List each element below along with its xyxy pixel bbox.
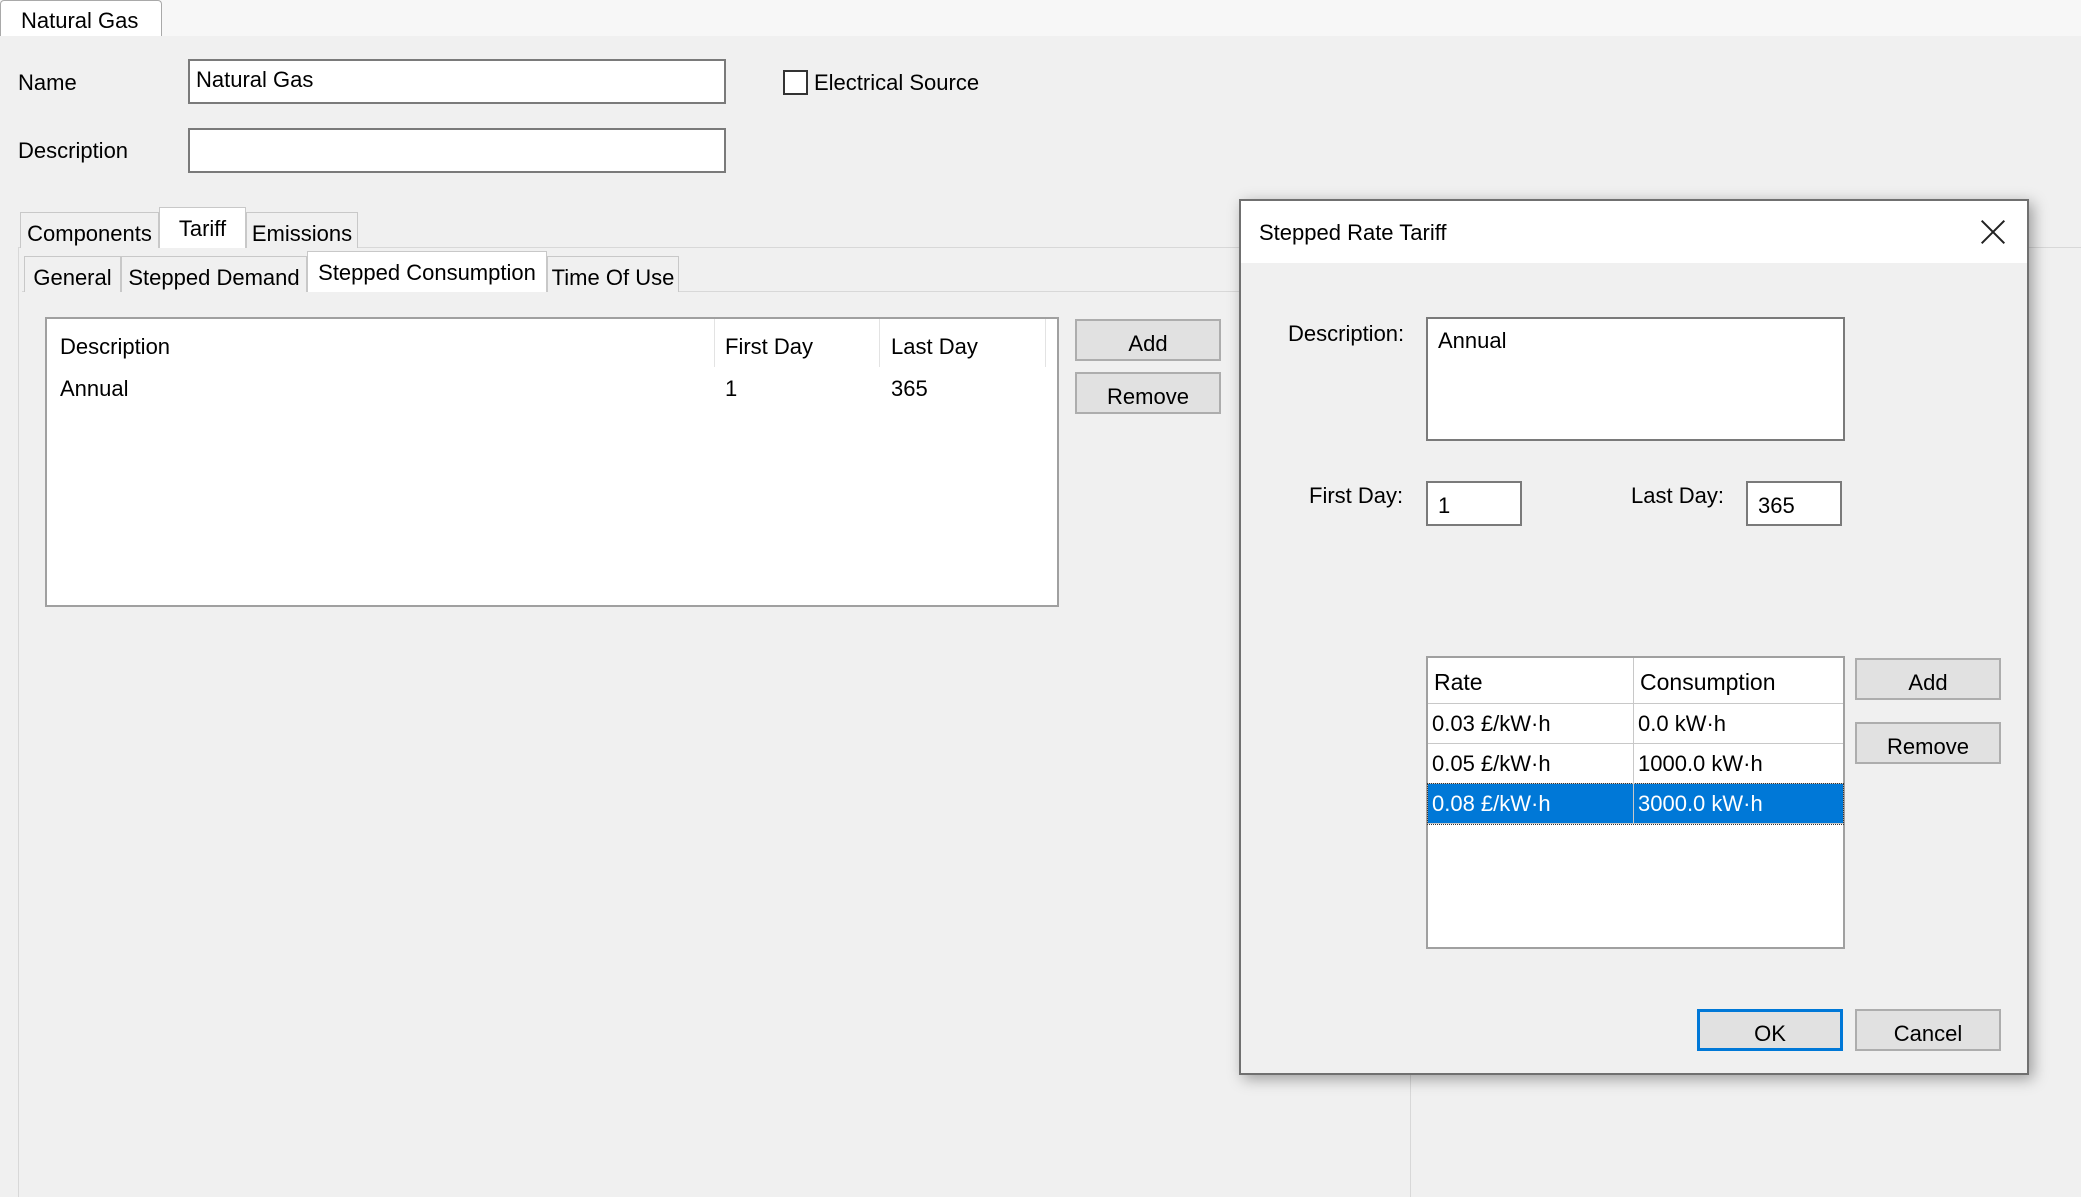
column-header-consumption[interactable]: Consumption — [1640, 671, 1776, 694]
rate-cell: 0.03 £/kW·h — [1432, 711, 1551, 736]
name-label: Name — [18, 70, 77, 95]
dialog-description-value: Annual — [1438, 328, 1507, 353]
dialog-title: Stepped Rate Tariff — [1259, 220, 1447, 245]
dialog-description-input[interactable]: Annual — [1426, 317, 1845, 441]
tab-stepped-consumption-label: Stepped Consumption — [318, 260, 536, 285]
add-period-button-label: Add — [1128, 331, 1168, 356]
dialog-description-label: Description: — [1288, 321, 1405, 346]
tab-emissions-label: Emissions — [251, 221, 353, 246]
period-first-day: 1 — [725, 376, 738, 401]
table-row[interactable]: 0.03 £/kW·h 0.0 kW·h — [1428, 704, 1843, 744]
remove-period-button[interactable]: Remove — [1075, 372, 1221, 414]
add-rate-button-label: Add — [1908, 670, 1948, 695]
tab-general[interactable]: General — [24, 256, 121, 292]
rate-cell: 0.08 £/kW·h — [1432, 791, 1551, 816]
ok-button[interactable]: OK — [1697, 1009, 1843, 1051]
tab-general-label: General — [33, 265, 112, 290]
remove-rate-button[interactable]: Remove — [1855, 722, 2001, 764]
name-input-value: Natural Gas — [196, 67, 314, 92]
periods-listview[interactable]: Description First Day Last Day Annual 1 … — [45, 317, 1059, 607]
tab-tariff[interactable]: Tariff — [159, 207, 246, 248]
add-rate-button[interactable]: Add — [1855, 658, 2001, 700]
electrical-source-label[interactable]: Electrical Source — [814, 72, 979, 94]
tab-stepped-demand-label: Stepped Demand — [128, 265, 300, 290]
document-tab-natural-gas[interactable]: Natural Gas — [0, 0, 162, 36]
description-input[interactable] — [188, 128, 726, 173]
ok-button-label: OK — [1754, 1021, 1786, 1046]
last-day-label: Last Day: — [1631, 483, 1724, 508]
stepped-rate-tariff-dialog: Stepped Rate Tariff Description: Annual … — [1239, 199, 2029, 1075]
rates-grid-header: Rate Consumption — [1428, 658, 1843, 704]
tab-stepped-consumption[interactable]: Stepped Consumption — [307, 251, 547, 292]
last-day-value: 365 — [1758, 493, 1795, 518]
name-input[interactable]: Natural Gas — [188, 59, 726, 104]
tab-components[interactable]: Components — [20, 212, 159, 248]
tab-time-of-use-label: Time Of Use — [551, 265, 675, 290]
period-description: Annual — [60, 376, 129, 401]
remove-period-button-label: Remove — [1107, 384, 1189, 409]
remove-rate-button-label: Remove — [1887, 734, 1969, 759]
rate-cell: 0.05 £/kW·h — [1432, 751, 1551, 776]
list-item[interactable]: Annual 1 365 — [47, 371, 1057, 409]
table-row-selected[interactable]: 0.08 £/kW·h 3000.0 kW·h — [1427, 783, 1844, 825]
add-period-button[interactable]: Add — [1075, 319, 1221, 361]
dialog-titlebar[interactable]: Stepped Rate Tariff — [1241, 201, 2027, 263]
cancel-button[interactable]: Cancel — [1855, 1009, 2001, 1051]
rates-grid[interactable]: Rate Consumption 0.03 £/kW·h 0.0 kW·h 0.… — [1426, 656, 1845, 949]
column-header-last-day[interactable]: Last Day — [891, 336, 978, 358]
description-label: Description — [18, 138, 129, 163]
tab-stepped-demand[interactable]: Stepped Demand — [121, 256, 307, 292]
close-icon[interactable] — [1980, 219, 2006, 245]
period-last-day: 365 — [891, 376, 928, 401]
consumption-cell: 1000.0 kW·h — [1638, 751, 1763, 776]
consumption-cell: 0.0 kW·h — [1638, 711, 1727, 736]
last-day-input[interactable]: 365 — [1746, 481, 1842, 526]
document-tab-strip — [0, 0, 2081, 36]
first-day-input[interactable]: 1 — [1426, 481, 1522, 526]
tab-emissions[interactable]: Emissions — [246, 212, 358, 248]
table-row[interactable]: 0.05 £/kW·h 1000.0 kW·h — [1428, 744, 1843, 784]
column-header-first-day[interactable]: First Day — [725, 336, 813, 358]
grid-column-separator — [1633, 658, 1634, 824]
consumption-cell: 3000.0 kW·h — [1638, 791, 1763, 816]
column-header-rate[interactable]: Rate — [1434, 671, 1483, 694]
tab-time-of-use[interactable]: Time Of Use — [547, 256, 679, 292]
first-day-value: 1 — [1438, 493, 1451, 518]
tab-tariff-label: Tariff — [178, 216, 227, 241]
column-separator — [1045, 319, 1046, 367]
cancel-button-label: Cancel — [1893, 1021, 1963, 1046]
column-header-description[interactable]: Description — [60, 336, 170, 358]
first-day-label: First Day: — [1309, 483, 1404, 508]
tab-components-label: Components — [27, 221, 152, 246]
column-separator — [714, 319, 715, 367]
column-separator — [879, 319, 880, 367]
electrical-source-checkbox[interactable] — [783, 70, 808, 95]
document-tab-label: Natural Gas — [21, 8, 139, 33]
